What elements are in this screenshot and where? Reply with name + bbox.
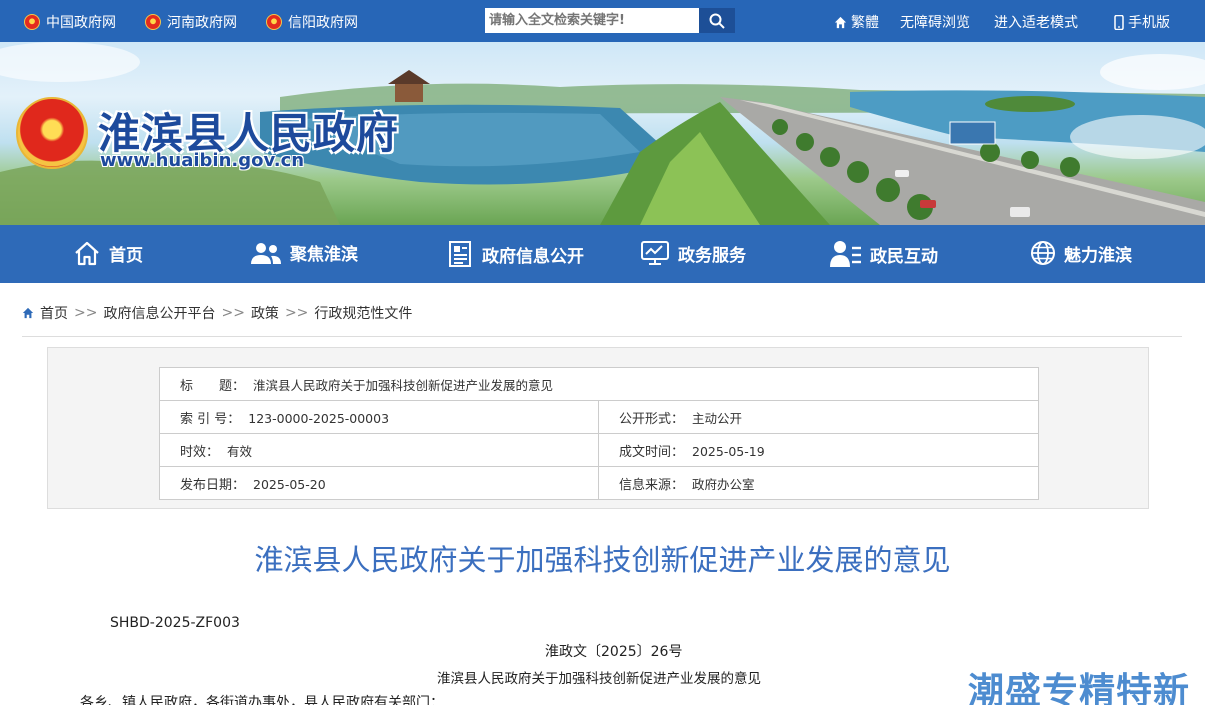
search-button[interactable] [699, 8, 735, 33]
article-addressee: 各乡、镇人民政府，各街道办事处，县人民政府有关部门： [80, 695, 444, 705]
nav-charming-huaibin[interactable]: 魅力淮滨 [1030, 240, 1132, 266]
nav-label: 首页 [109, 245, 143, 266]
link-label: 繁體 [851, 15, 879, 31]
mobile-phone-icon [1114, 14, 1124, 30]
info-source-cell: 信息来源： 政府办公室 [598, 466, 1039, 500]
search-box [485, 8, 735, 33]
national-emblem-logo [16, 97, 88, 169]
info-label: 标 题： [180, 378, 246, 394]
info-created-cell: 成文时间： 2025-05-19 [598, 433, 1039, 467]
table-row: 标 题： 淮滨县人民政府关于加强科技创新促进产业发展的意见 [159, 367, 1039, 401]
nav-label: 聚焦淮滨 [290, 245, 358, 265]
top-utility-bar: 中国政府网 河南政府网 信阳政府网 繁體 无障碍浏览 进入适老模式 [0, 0, 1205, 42]
site-banner: 淮滨县人民政府 www.huaibin.gov.cn [0, 42, 1205, 225]
breadcrumb-policy[interactable]: 政策 [251, 303, 279, 323]
link-label: 手机版 [1128, 15, 1170, 31]
home-icon [834, 16, 847, 28]
info-label: 成文时间： [619, 444, 685, 460]
info-value: 政府办公室 [692, 476, 755, 492]
table-row: 时效： 有效 成文时间： 2025-05-19 [159, 433, 1039, 467]
watermark-text: 潮盛专精特新 [968, 671, 1191, 705]
breadcrumb: 首页 >> 政府信息公开平台 >> 政策 >> 行政规范性文件 [22, 303, 412, 323]
breadcrumb-normative-docs[interactable]: 行政规范性文件 [314, 303, 412, 323]
info-label: 索 引 号： [180, 411, 241, 427]
info-index-cell: 索 引 号： 123-0000-2025-00003 [159, 400, 599, 434]
breadcrumb-home[interactable]: 首页 [40, 303, 68, 323]
info-value: 2025-05-19 [692, 443, 765, 459]
document-number: 淮政文〔2025〕26号 [545, 644, 683, 660]
nav-focus-huaibin[interactable]: 聚焦淮滨 [250, 240, 358, 265]
search-input[interactable] [485, 8, 699, 33]
breadcrumb-separator: >> [221, 305, 245, 321]
info-open-form-cell: 公开形式： 主动公开 [598, 400, 1039, 434]
link-label: 中国政府网 [46, 15, 116, 31]
info-value: 主动公开 [692, 410, 743, 426]
info-label: 公开形式： [619, 411, 685, 427]
article-title: 淮滨县人民政府关于加强科技创新促进产业发展的意见 [254, 543, 951, 577]
national-emblem-icon [24, 14, 40, 30]
nav-home[interactable]: 首页 [73, 240, 143, 266]
mobile-version-link[interactable]: 手机版 [1114, 12, 1170, 32]
document-info-panel: 标 题： 淮滨县人民政府关于加强科技创新促进产业发展的意见 索 引 号： 123-0… [47, 347, 1149, 509]
national-emblem-icon [266, 14, 282, 30]
monitor-icon [641, 241, 669, 265]
nav-label: 政府信息公开 [482, 246, 584, 267]
national-emblem-icon [145, 14, 161, 30]
table-row: 索 引 号： 123-0000-2025-00003 公开形式： 主动公开 [159, 400, 1039, 434]
info-validity-cell: 时效： 有效 [159, 433, 599, 467]
breadcrumb-separator: >> [74, 305, 98, 321]
search-icon [709, 13, 725, 29]
accessibility-link[interactable]: 无障碍浏览 [900, 12, 970, 32]
link-label: 信阳政府网 [288, 15, 358, 31]
document-icon [449, 241, 471, 267]
link-label: 进入适老模式 [994, 15, 1078, 31]
breadcrumb-info-platform[interactable]: 政府信息公开平台 [103, 303, 215, 323]
table-row: 发布日期： 2025-05-20 信息来源： 政府办公室 [159, 466, 1039, 500]
nav-public-interaction[interactable]: 政民互动 [830, 240, 938, 268]
elderly-mode-link[interactable]: 进入适老模式 [994, 12, 1078, 32]
link-henan-gov[interactable]: 河南政府网 [145, 12, 237, 32]
info-label: 时效： [180, 444, 220, 460]
traditional-chinese-link[interactable]: 繁體 [834, 12, 879, 32]
info-label: 发布日期： [180, 477, 246, 493]
breadcrumb-separator: >> [284, 305, 309, 321]
info-value: 淮滨县人民政府关于加强科技创新促进产业发展的意见 [253, 377, 554, 393]
link-label: 无障碍浏览 [900, 15, 970, 31]
people-icon [251, 242, 281, 264]
link-label: 河南政府网 [167, 15, 237, 31]
article-subtitle: 淮滨县人民政府关于加强科技创新促进产业发展的意见 [437, 671, 761, 687]
nav-label: 魅力淮滨 [1064, 245, 1132, 266]
info-value: 有效 [227, 443, 253, 459]
main-nav: 首页 聚焦淮滨 政府信息公开 政务服务 政民互动 魅力淮滨 [0, 225, 1205, 283]
document-info-table: 标 题： 淮滨县人民政府关于加强科技创新促进产业发展的意见 索 引 号： 123-0… [159, 367, 1039, 500]
nav-gov-services[interactable]: 政务服务 [640, 240, 746, 266]
link-xinyang-gov[interactable]: 信阳政府网 [266, 12, 358, 32]
breadcrumb-divider [22, 336, 1182, 337]
link-china-gov[interactable]: 中国政府网 [24, 12, 116, 32]
home-icon [75, 241, 99, 266]
info-title-cell: 标 题： 淮滨县人民政府关于加强科技创新促进产业发展的意见 [159, 367, 1039, 401]
globe-icon [1031, 241, 1055, 265]
chat-user-icon [830, 241, 861, 267]
info-value: 123-0000-2025-00003 [248, 410, 390, 426]
nav-label: 政务服务 [678, 245, 746, 266]
info-value: 2025-05-20 [253, 476, 326, 492]
nav-gov-info-open[interactable]: 政府信息公开 [448, 240, 584, 268]
home-icon [22, 307, 34, 319]
site-url: www.huaibin.gov.cn [100, 150, 305, 171]
nav-label: 政民互动 [870, 246, 938, 267]
info-published-cell: 发布日期： 2025-05-20 [159, 466, 599, 500]
document-code: SHBD-2025-ZF003 [110, 615, 240, 631]
info-label: 信息来源： [619, 477, 685, 493]
